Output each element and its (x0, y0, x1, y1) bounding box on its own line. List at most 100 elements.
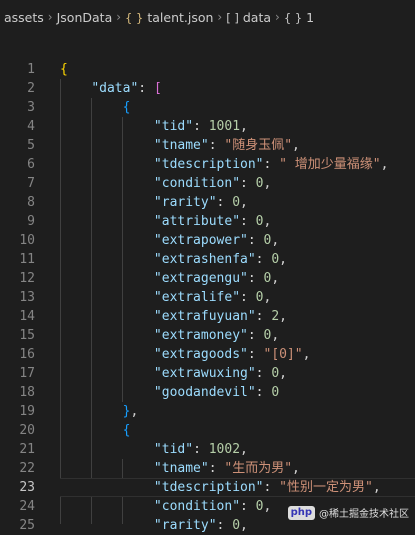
code-token: "condition" (153, 176, 241, 191)
breadcrumb-separator-icon: › (116, 10, 122, 24)
code-text: }, (60, 402, 139, 421)
code-token: : (263, 480, 280, 495)
code-text: "condition": 0, (60, 174, 271, 193)
code-token: , (372, 480, 381, 495)
watermark: php @稀土掘金技术社区 (287, 505, 409, 520)
code-text: "extrapower": 0, (60, 231, 279, 250)
breadcrumb-item[interactable]: assets (4, 10, 44, 25)
line-number: 9 (27, 214, 35, 229)
breadcrumb-separator-icon: › (47, 10, 53, 24)
code-text: "tid": 1001, (60, 117, 248, 136)
code-token: [ (153, 81, 162, 96)
code-line[interactable]: 11 "extrashenfa": 0, (0, 250, 415, 269)
breadcrumb-separator-icon: › (275, 10, 280, 24)
code-token: "extragoods" (153, 347, 248, 362)
code-line[interactable]: 10 "extrapower": 0, (0, 231, 415, 250)
code-token: "[0]" (263, 347, 303, 362)
code-token: "tname" (153, 461, 209, 476)
code-token: "tname" (153, 138, 209, 153)
line-number: 13 (19, 290, 35, 305)
code-token: , (240, 442, 248, 457)
code-editor[interactable]: 1{2 "data": [3 {4 "tid": 1001, 5 "tname":… (0, 60, 415, 533)
line-number: 24 (19, 499, 35, 514)
line-number: 11 (19, 252, 35, 267)
code-line[interactable]: 22 "tname": "生而为男", (0, 459, 415, 478)
code-line[interactable]: 23 "tdescription": "性别一定为男", (0, 478, 415, 497)
code-line[interactable]: 14 "extrafuyuan": 2, (0, 307, 415, 326)
code-token: : (240, 290, 256, 305)
code-text: "extragengu": 0, (60, 269, 279, 288)
line-number: 15 (19, 328, 35, 343)
code-text: "extrawuxing": 0, (60, 364, 287, 383)
code-line[interactable]: 4 "tid": 1001, (0, 117, 415, 136)
code-line[interactable]: 20 { (0, 421, 415, 440)
breadcrumb-item[interactable]: { } 1 (284, 10, 314, 25)
code-token: 0 (271, 366, 280, 381)
code-text: "tdescription": "性别一定为男", (60, 478, 381, 497)
code-text: "extrafuyuan": 2, (60, 307, 287, 326)
code-token: "extragengu" (153, 271, 248, 286)
code-line[interactable]: 21 "tid": 1002, (0, 440, 415, 459)
line-number: 17 (19, 366, 35, 381)
code-text: "extralife": 0, (60, 288, 271, 307)
code-token: : (216, 195, 233, 210)
code-line[interactable]: 3 { (0, 98, 415, 117)
code-text: "tid": 1002, (60, 440, 248, 459)
code-line[interactable]: 1{ (0, 60, 415, 79)
code-token: 0 (271, 385, 280, 400)
code-line[interactable]: 9 "attribute": 0, (0, 212, 415, 231)
code-token: { (60, 62, 68, 77)
code-line[interactable]: 2 "data": [ (0, 79, 415, 98)
breadcrumb-item[interactable]: [ ] data (226, 10, 271, 25)
code-token: : (255, 309, 272, 324)
line-number: 12 (19, 271, 35, 286)
breadcrumb-label: talent.json (147, 9, 214, 25)
breadcrumb-item[interactable]: { } talent.json (125, 10, 213, 25)
code-token: : (240, 214, 256, 229)
code-token: : (208, 461, 225, 476)
code-token: , (292, 461, 300, 476)
code-line[interactable]: 17 "extrawuxing": 0, (0, 364, 415, 383)
code-token: "tid" (153, 442, 194, 457)
code-token: 0 (232, 518, 241, 533)
code-line[interactable]: 7 "condition": 0, (0, 174, 415, 193)
code-line[interactable]: 16 "extragoods": "[0]", (0, 345, 415, 364)
line-number: 6 (27, 157, 35, 172)
watermark-text: @稀土掘金技术社区 (319, 509, 409, 520)
code-line[interactable]: 18 "goodandevil": 0 (0, 383, 415, 402)
code-token: , (240, 119, 248, 134)
code-text: "tname": "随身玉佩", (60, 136, 300, 155)
code-token: "extramoney" (153, 328, 248, 343)
code-token: , (240, 518, 248, 533)
code-line[interactable]: 5 "tname": "随身玉佩", (0, 136, 415, 155)
code-line[interactable]: 13 "extralife": 0, (0, 288, 415, 307)
code-line[interactable]: 15 "extramoney": 0, (0, 326, 415, 345)
line-number: 4 (27, 119, 35, 134)
json-file-icon: { } (125, 10, 144, 25)
code-token: , (279, 309, 287, 324)
line-number: 19 (19, 404, 35, 419)
code-line[interactable]: 6 "tdescription": " 增加少量福缘", (0, 155, 415, 174)
code-line[interactable]: 12 "extragengu": 0, (0, 269, 415, 288)
code-token: "extrashenfa" (153, 252, 256, 267)
code-token: : (255, 366, 272, 381)
code-token: "extrapower" (153, 233, 248, 248)
code-token: , (279, 366, 287, 381)
code-line[interactable]: 19 }, (0, 402, 415, 421)
code-token: , (130, 404, 139, 419)
code-token: "condition" (153, 499, 241, 514)
code-token: : (216, 518, 233, 533)
code-token: : (247, 328, 264, 343)
breadcrumb-item[interactable]: JsonData (57, 10, 113, 25)
code-token: , (302, 347, 311, 362)
code-line[interactable]: 8 "rarity": 0, (0, 193, 415, 212)
code-token: , (271, 271, 280, 286)
